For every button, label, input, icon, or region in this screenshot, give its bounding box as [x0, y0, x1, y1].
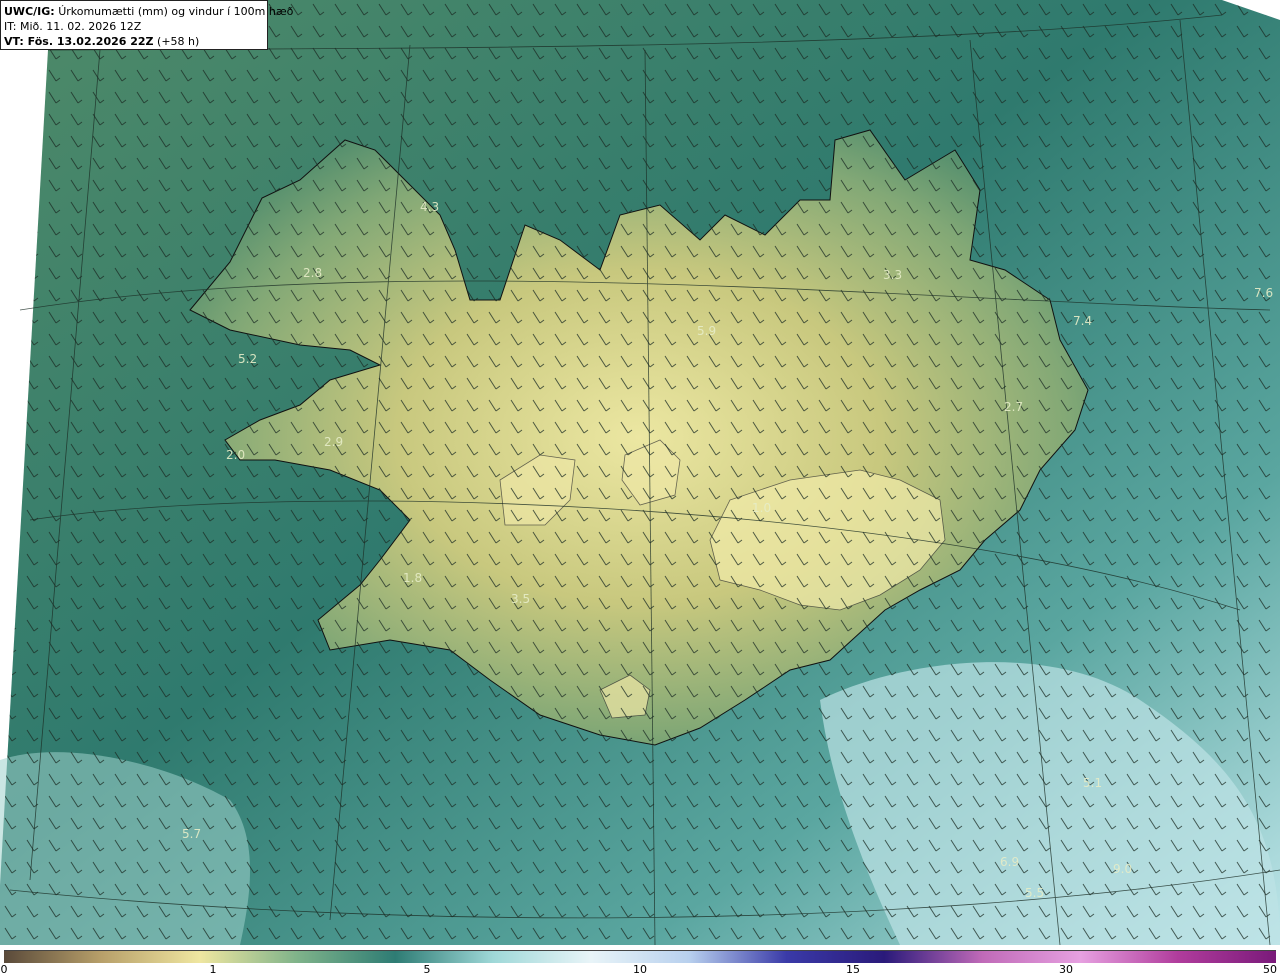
valid-time: VT: Fös. 13.02.2026 22Z — [4, 35, 154, 48]
value-label: 5.2 — [238, 352, 257, 366]
field-title: Úrkomumætti (mm) og vindur í 100m hæð — [58, 5, 294, 18]
value-label: 1.8 — [403, 571, 422, 585]
value-label: 2.8 — [303, 266, 322, 280]
value-label: 5.7 — [182, 827, 201, 841]
value-label: 4.3 — [420, 200, 439, 214]
value-label: 2.9 — [324, 435, 343, 449]
precipitation-wind-map[interactable]: 4.3 2.8 5.2 2.9 2.0 5.9 3.3 7.4 7.6 2.7 … — [0, 0, 1280, 950]
init-time: IT: Mið. 11. 02. 2026 12Z — [4, 20, 142, 33]
colorbar-tick: 0 — [0, 963, 8, 976]
map-header: UWC/IG: Úrkomumætti (mm) og vindur í 100… — [0, 0, 293, 50]
value-label: 7.4 — [1073, 314, 1092, 328]
header-title-line: UWC/IG: Úrkomumætti (mm) og vindur í 100… — [4, 4, 293, 19]
value-label: 2.7 — [1004, 400, 1023, 414]
colorbar-tick: 15 — [846, 963, 860, 976]
colorbar-tick: 50 — [1263, 963, 1277, 976]
value-label: 1.0 — [752, 501, 771, 515]
value-label: 3.3 — [883, 268, 902, 282]
colorbar-tick: 1 — [209, 963, 217, 976]
model-name: UWC/IG: — [4, 5, 55, 18]
value-label: 9.0 — [1113, 862, 1132, 876]
value-label: 6.9 — [1000, 855, 1019, 869]
valid-time-line: VT: Fös. 13.02.2026 22Z (+58 h) — [4, 34, 267, 49]
value-label: 5.9 — [697, 324, 716, 338]
value-label: 2.0 — [226, 448, 245, 462]
colorbar: 0 1 5 10 15 30 50 — [0, 950, 1280, 978]
colorbar-tick: 30 — [1059, 963, 1073, 976]
colorbar-tick: 5 — [423, 963, 431, 976]
value-label: 3.5 — [511, 592, 530, 606]
value-label: 7.6 — [1254, 286, 1273, 300]
colorbar-gradient — [4, 950, 1276, 963]
value-label: 5.5 — [1025, 886, 1044, 900]
colorbar-tick: 10 — [633, 963, 647, 976]
value-label: 5.1 — [1083, 776, 1102, 790]
wind-barbs — [0, 0, 1280, 945]
forecast-hour: (+58 h) — [157, 35, 200, 48]
